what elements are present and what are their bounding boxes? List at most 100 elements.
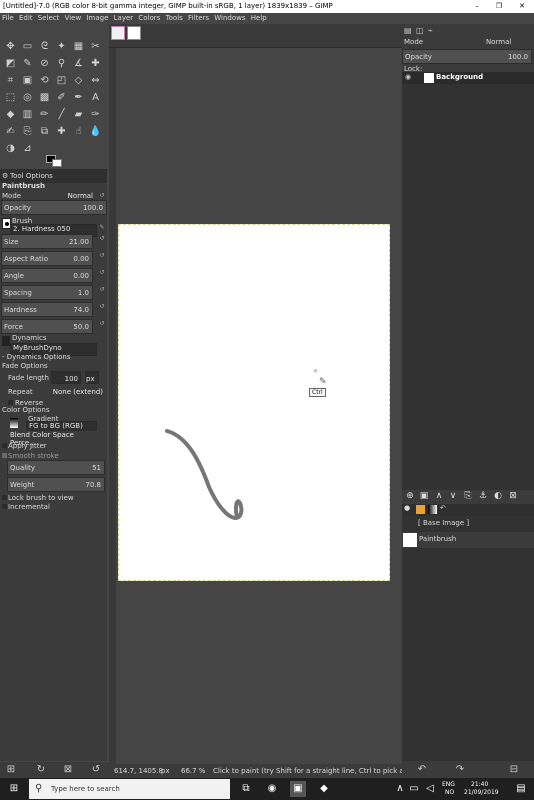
perspective-tool-icon[interactable]: ⬚ [4, 91, 17, 104]
lower-layer-icon[interactable]: ∨ [445, 488, 461, 504]
fuzzy-select-icon[interactable]: ✦ [55, 40, 68, 53]
airbrush-tool-icon[interactable]: ✒ [72, 91, 85, 104]
menu-edit[interactable]: Edit [19, 14, 33, 22]
hardness-slider[interactable]: Hardness 74.0 [1, 302, 93, 317]
pencil-tool-icon[interactable]: ✏ [38, 108, 51, 121]
aspect-reset-icon[interactable]: ↺ [99, 252, 105, 265]
layer-mode-select[interactable]: Normal [486, 38, 511, 46]
mask-layer-icon[interactable]: ◐ [490, 488, 506, 504]
reverse-checkbox[interactable] [8, 400, 13, 405]
lang-bottom[interactable]: NO [445, 789, 454, 797]
layer-visibility-icon[interactable]: ◉ [405, 73, 411, 81]
rotate-tool-icon[interactable]: ⟲ [38, 74, 51, 87]
menu-select[interactable]: Select [38, 14, 60, 22]
image-canvas[interactable]: ⌖ ✎ Ctrl [118, 224, 390, 581]
layer-name[interactable]: Background [436, 73, 483, 81]
gradient-preview[interactable] [10, 418, 18, 428]
scale-tool-icon[interactable]: ◰ [55, 74, 68, 87]
menu-layer[interactable]: Layer [114, 14, 134, 22]
smooth-stroke-checkbox[interactable] [2, 453, 7, 458]
incremental-row[interactable]: Incremental [0, 500, 107, 514]
rect-select-icon[interactable]: ▭ [21, 40, 34, 53]
unified-transform-icon[interactable]: ▣ [21, 74, 34, 87]
zoom-tool-icon[interactable]: ⚲ [55, 57, 68, 70]
undo-history-tab-icon[interactable]: ↶ [440, 504, 446, 512]
undo-base-image[interactable]: [ Base Image ] [402, 516, 534, 530]
dynamics-icon[interactable] [2, 336, 10, 346]
text-tool-icon[interactable]: A [89, 91, 102, 104]
dodge-burn-icon[interactable]: ◑ [4, 142, 17, 155]
gradients-tab-icon[interactable] [428, 505, 437, 514]
clock-date[interactable]: 21/09/2019 [464, 789, 499, 797]
bucket-fill-icon[interactable]: ◆ [4, 108, 17, 121]
size-reset-icon[interactable]: ↺ [99, 235, 105, 248]
spacing-reset-icon[interactable]: ↺ [99, 286, 105, 299]
notification-icon[interactable]: ▤ [513, 781, 529, 797]
undo-icon[interactable]: ↶ [414, 762, 430, 778]
menu-windows[interactable]: Windows [214, 14, 245, 22]
incremental-checkbox[interactable] [2, 504, 7, 509]
menu-help[interactable]: Help [251, 14, 267, 22]
apply-jitter-checkbox[interactable] [2, 443, 7, 448]
paths-tab-icon[interactable]: ⌁ [428, 26, 433, 35]
force-reset-icon[interactable]: ↺ [99, 320, 105, 333]
network-icon[interactable]: ▭ [406, 781, 422, 797]
duplicate-layer-icon[interactable]: ⎘ [460, 488, 476, 504]
clock-time[interactable]: 21:40 [471, 781, 488, 789]
lasso-select-icon[interactable]: ᘓ [38, 40, 51, 53]
layer-opacity-slider[interactable]: Opacity 100.0 [402, 49, 532, 64]
undo-step-paintbrush[interactable]: Paintbrush [402, 532, 534, 548]
flip-tool-icon[interactable]: ⇔ [89, 74, 102, 87]
menu-filters[interactable]: Filters [188, 14, 209, 22]
minimize-button[interactable]: – [466, 0, 488, 13]
task-view-icon[interactable]: ⧉ [238, 781, 254, 797]
restore-options-icon[interactable]: ↻ [33, 762, 49, 778]
background-color-swatch[interactable] [52, 159, 62, 167]
shear-tool-icon[interactable]: ◇ [72, 74, 85, 87]
fade-length-input[interactable]: 100 [51, 371, 81, 384]
menu-image[interactable]: Image [86, 14, 108, 22]
paths-tool-icon[interactable]: ✎ [21, 57, 34, 70]
gradient-tool-icon[interactable]: ▥ [21, 108, 34, 121]
menu-colors[interactable]: Colors [138, 14, 160, 22]
zoom-select[interactable]: 66.7 % [181, 764, 205, 778]
menu-view[interactable]: View [65, 14, 82, 22]
clone-tool-icon[interactable]: ⎘ [21, 125, 34, 138]
quality-slider[interactable]: Quality 51 [7, 460, 105, 475]
ink-tool-icon[interactable]: ✑ [89, 108, 102, 121]
clear-history-icon[interactable]: ⊟ [506, 762, 522, 778]
new-group-icon[interactable]: ▣ [416, 488, 432, 504]
menu-tools[interactable]: Tools [166, 14, 183, 22]
close-button[interactable]: ✕ [511, 0, 533, 13]
redo-icon[interactable]: ↷ [452, 762, 468, 778]
anchor-layer-icon[interactable]: ⚓ [475, 488, 491, 504]
eyedropper-icon[interactable]: ⊿ [21, 142, 34, 155]
maximize-button[interactable]: ❐ [488, 0, 510, 13]
mypaint-brush-icon[interactable]: ✍ [4, 125, 17, 138]
unit-select[interactable]: px [161, 764, 170, 778]
spacing-slider[interactable]: Spacing 1.0 [1, 285, 93, 300]
eraser-tool-icon[interactable]: ▰ [72, 108, 85, 121]
gimp-taskbar-icon[interactable]: ▣ [290, 781, 306, 797]
volume-icon[interactable]: ◁ [422, 781, 438, 797]
save-options-icon[interactable]: ⊞ [3, 762, 19, 778]
delete-layer-icon[interactable]: ⊠ [505, 488, 521, 504]
aspect-ratio-slider[interactable]: Aspect Ratio 0.00 [1, 251, 93, 266]
channels-tab-icon[interactable]: ◫ [416, 26, 424, 35]
color-picker-icon[interactable]: ⊘ [38, 57, 51, 70]
move-tool-icon[interactable]: ✥ [4, 40, 17, 53]
taskbar-search[interactable]: ⚲ Type here to search [29, 779, 230, 799]
paintbrush-tool-icon[interactable]: ✐ [55, 91, 68, 104]
heal-tool-icon[interactable]: ✚ [55, 125, 68, 138]
align-tool-icon[interactable]: ✚ [89, 57, 102, 70]
select-by-color-icon[interactable]: ▦ [72, 40, 85, 53]
image-thumbnail-2[interactable] [127, 26, 141, 40]
size-slider[interactable]: Size 21.00 [1, 234, 93, 249]
opacity-slider[interactable]: Opacity 100.0 [1, 200, 107, 215]
weight-slider[interactable]: Weight 70.8 [7, 477, 105, 492]
angle-slider[interactable]: Angle 0.00 [1, 268, 93, 283]
layer-row-background[interactable]: ◉ Background [402, 72, 534, 84]
smudge-tool-icon[interactable]: ☝ [72, 125, 85, 138]
chrome-icon[interactable]: ◉ [264, 781, 280, 797]
hardness-reset-icon[interactable]: ↺ [99, 303, 105, 316]
